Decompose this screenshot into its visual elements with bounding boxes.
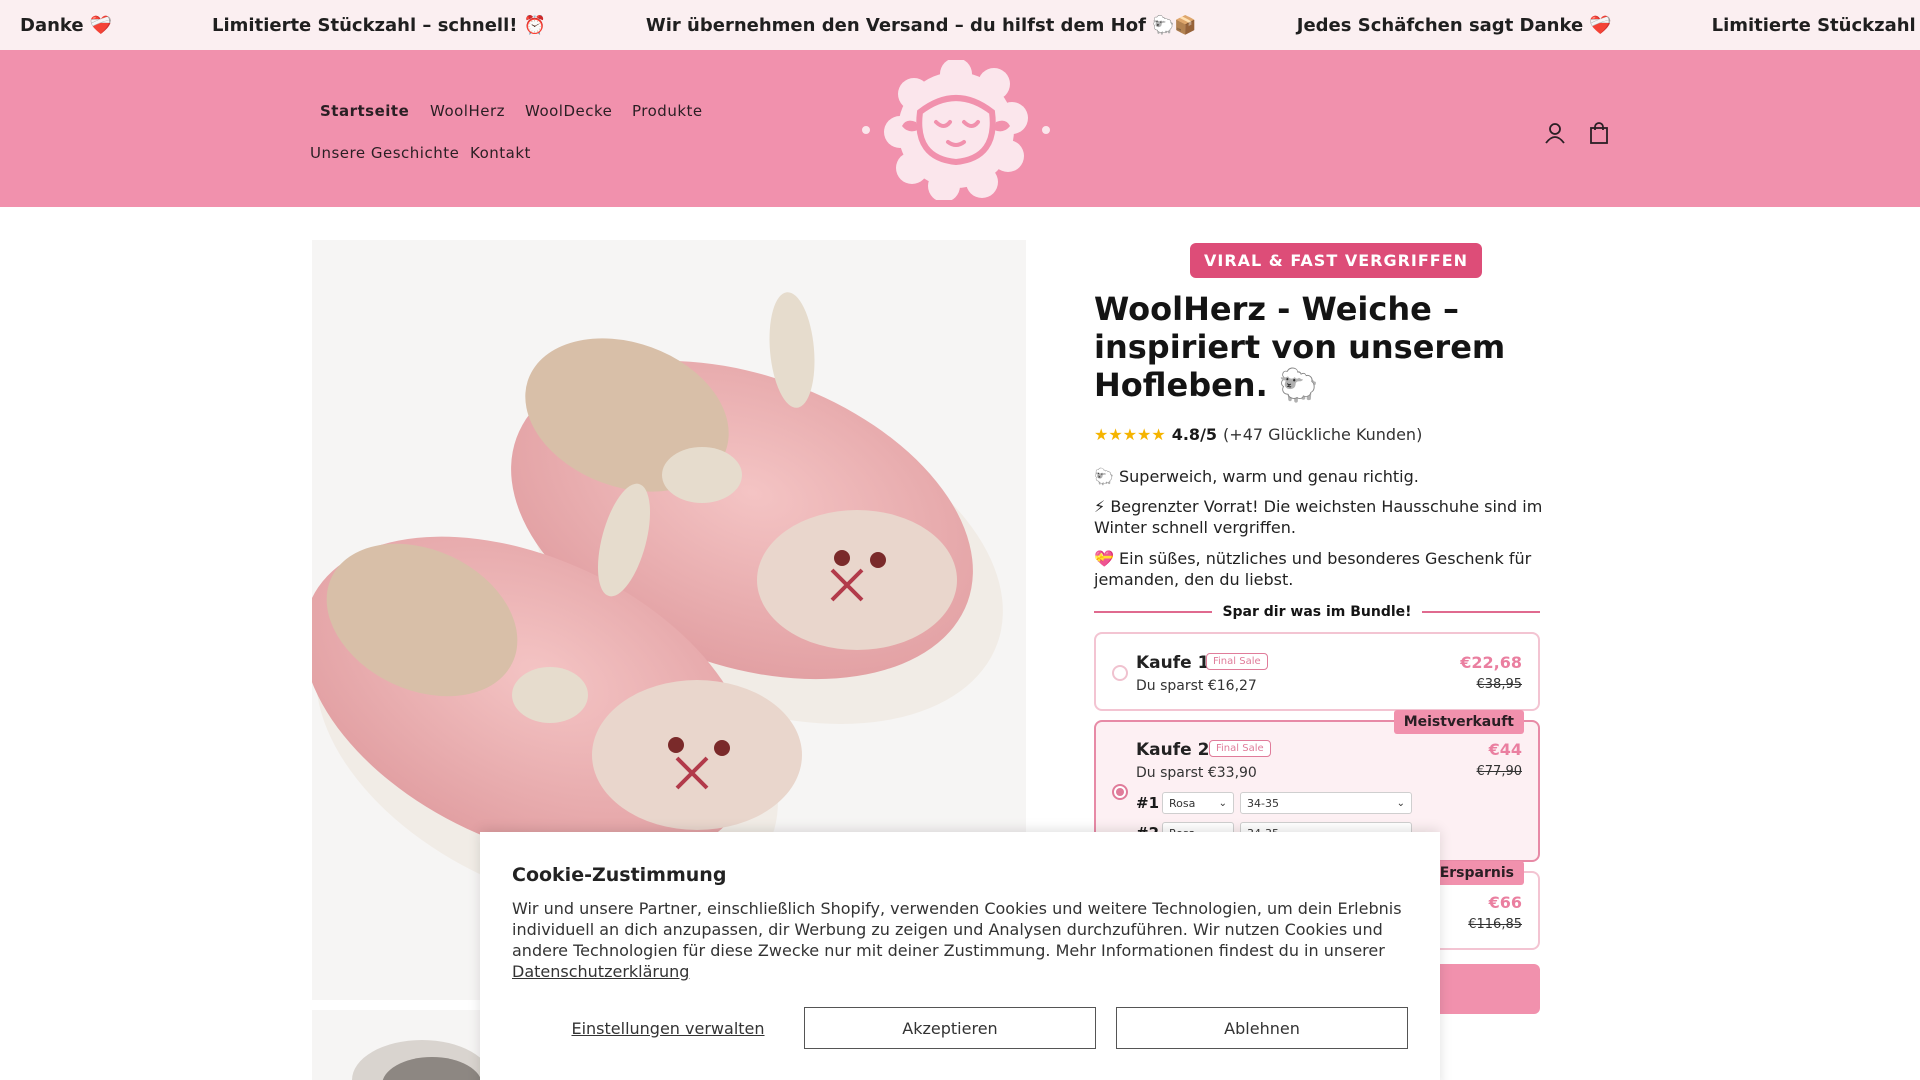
- nav-woolherz[interactable]: WoolHerz: [430, 102, 505, 120]
- announcement-text: Limitierte Stückzahl – schnell!: [212, 14, 518, 36]
- product-thumbnail[interactable]: [312, 1010, 492, 1080]
- offer-old-price: €77,90: [1476, 764, 1523, 779]
- heart-emoji-icon: ❤️‍🩹: [89, 14, 113, 36]
- announcement-text: Wir übernehmen den Versand – du hilfst d…: [645, 14, 1146, 36]
- feature-bullet: ⚡ Begrenzter Vorrat! Die weichsten Hauss…: [1094, 497, 1543, 537]
- viral-badge: VIRAL & FAST VERGRIFFEN: [1190, 243, 1483, 278]
- announcement-item: Limitierte Stückzahl – schnell!⏰: [1662, 15, 1920, 36]
- rating-score: 4.8/5: [1171, 425, 1218, 444]
- account-icon[interactable]: [1542, 120, 1568, 146]
- variant-number: #1: [1136, 794, 1160, 812]
- slipper-thumbnail-image: [352, 1040, 492, 1080]
- bestseller-ribbon: Meistverkauft: [1393, 710, 1524, 734]
- offer-savings: Du sparst €16,27: [1136, 678, 1257, 694]
- offer-old-price: €116,85: [1468, 917, 1522, 932]
- offer-name: Kaufe 1: [1136, 653, 1210, 673]
- offer-old-price: €38,95: [1476, 677, 1523, 692]
- bundle-heading-text: Spar dir was im Bundle!: [1222, 604, 1412, 620]
- announcement-text: Danke: [20, 14, 84, 36]
- shopping-bag-icon[interactable]: [1586, 120, 1612, 146]
- sheep-logo-icon[interactable]: [858, 60, 1054, 200]
- offer-radio[interactable]: [1112, 784, 1128, 800]
- rating-stars-icon: ★★★★★: [1094, 425, 1166, 444]
- cookie-title: Cookie-Zustimmung: [512, 864, 727, 886]
- color-select-value: Rosa: [1169, 796, 1196, 810]
- manage-settings-link[interactable]: Einstellungen verwalten: [560, 1008, 776, 1048]
- offer-name: Kaufe 2: [1136, 740, 1210, 760]
- announcement-item: Limitierte Stückzahl – schnell!⏰: [162, 15, 596, 36]
- offer-radio[interactable]: [1112, 665, 1128, 681]
- announcement-item: Wir übernehmen den Versand – du hilfst d…: [596, 15, 1247, 36]
- cookie-body: Wir und unsere Partner, einschließlich S…: [512, 899, 1402, 960]
- variant-row: #1 Rosa ⌄ 34-35 ⌄: [1136, 792, 1412, 814]
- announcement-track: Danke ❤️‍🩹 Limitierte Stückzahl – schnel…: [0, 0, 1920, 50]
- bundle-offer-1[interactable]: Kaufe 1 Final Sale Du sparst €16,27 €22,…: [1094, 632, 1540, 711]
- announcement-item: Jedes Schäfchen sagt Danke ❤️‍🩹: [1247, 15, 1662, 36]
- rating-count: (+47 Glückliche Kunden): [1223, 425, 1423, 444]
- nav-startseite[interactable]: Startseite: [320, 102, 409, 120]
- nav-produkte[interactable]: Produkte: [632, 102, 703, 120]
- final-sale-badge: Final Sale: [1206, 653, 1268, 670]
- announcement-text: Limitierte Stückzahl – schnell!: [1711, 14, 1920, 36]
- cookie-consent-banner: Cookie-Zustimmung Wir und unsere Partner…: [480, 832, 1440, 1080]
- savings-ribbon: Ersparnis: [1429, 861, 1524, 885]
- decline-button[interactable]: Ablehnen: [1116, 1007, 1408, 1049]
- divider: [1421, 611, 1540, 613]
- chevron-down-icon: ⌄: [1218, 797, 1227, 809]
- offer-savings: Du sparst €33,90: [1136, 765, 1257, 781]
- sheep-package-icon: 🐑📦: [1151, 14, 1197, 36]
- color-select[interactable]: Rosa ⌄: [1162, 792, 1234, 814]
- bundle-heading: Spar dir was im Bundle!: [1094, 600, 1540, 624]
- announcement-item: Danke ❤️‍🩹: [0, 15, 162, 36]
- size-select-value: 34-35: [1247, 796, 1279, 810]
- offer-price: €22,68: [1460, 653, 1522, 672]
- site-header: Startseite WoolHerz WoolDecke Produkte U…: [0, 50, 1920, 207]
- nav-wooldecke[interactable]: WoolDecke: [525, 102, 612, 120]
- chevron-down-icon: ⌄: [1396, 797, 1405, 809]
- heart-emoji-icon: ❤️‍🩹: [1589, 14, 1612, 36]
- offer-price: €44: [1488, 740, 1522, 759]
- feature-bullet: 💝 Ein süßes, nützliches und besonderes G…: [1094, 549, 1532, 589]
- divider: [1094, 611, 1213, 613]
- nav-kontakt[interactable]: Kontakt: [470, 144, 531, 162]
- final-sale-badge: Final Sale: [1209, 740, 1271, 757]
- nav-unsere-geschichte[interactable]: Unsere Geschichte: [310, 144, 459, 162]
- cookie-text: Wir und unsere Partner, einschließlich S…: [512, 898, 1412, 982]
- offer-price: €66: [1488, 893, 1522, 912]
- size-select[interactable]: 34-35 ⌄: [1240, 792, 1412, 814]
- product-title: WoolHerz - Weiche – inspiriert von unser…: [1094, 290, 1506, 404]
- feature-bullet: 🐑 Superweich, warm und genau richtig.: [1094, 467, 1419, 486]
- privacy-policy-link[interactable]: Datenschutzerklärung: [512, 962, 689, 981]
- announcement-bar: Danke ❤️‍🩹 Limitierte Stückzahl – schnel…: [0, 0, 1920, 50]
- alarm-clock-icon: ⏰: [523, 14, 546, 36]
- product-rating[interactable]: ★★★★★ 4.8/5 (+47 Glückliche Kunden): [1094, 425, 1422, 444]
- announcement-text: Jedes Schäfchen sagt Danke: [1296, 14, 1584, 36]
- accept-button[interactable]: Akzeptieren: [804, 1007, 1096, 1049]
